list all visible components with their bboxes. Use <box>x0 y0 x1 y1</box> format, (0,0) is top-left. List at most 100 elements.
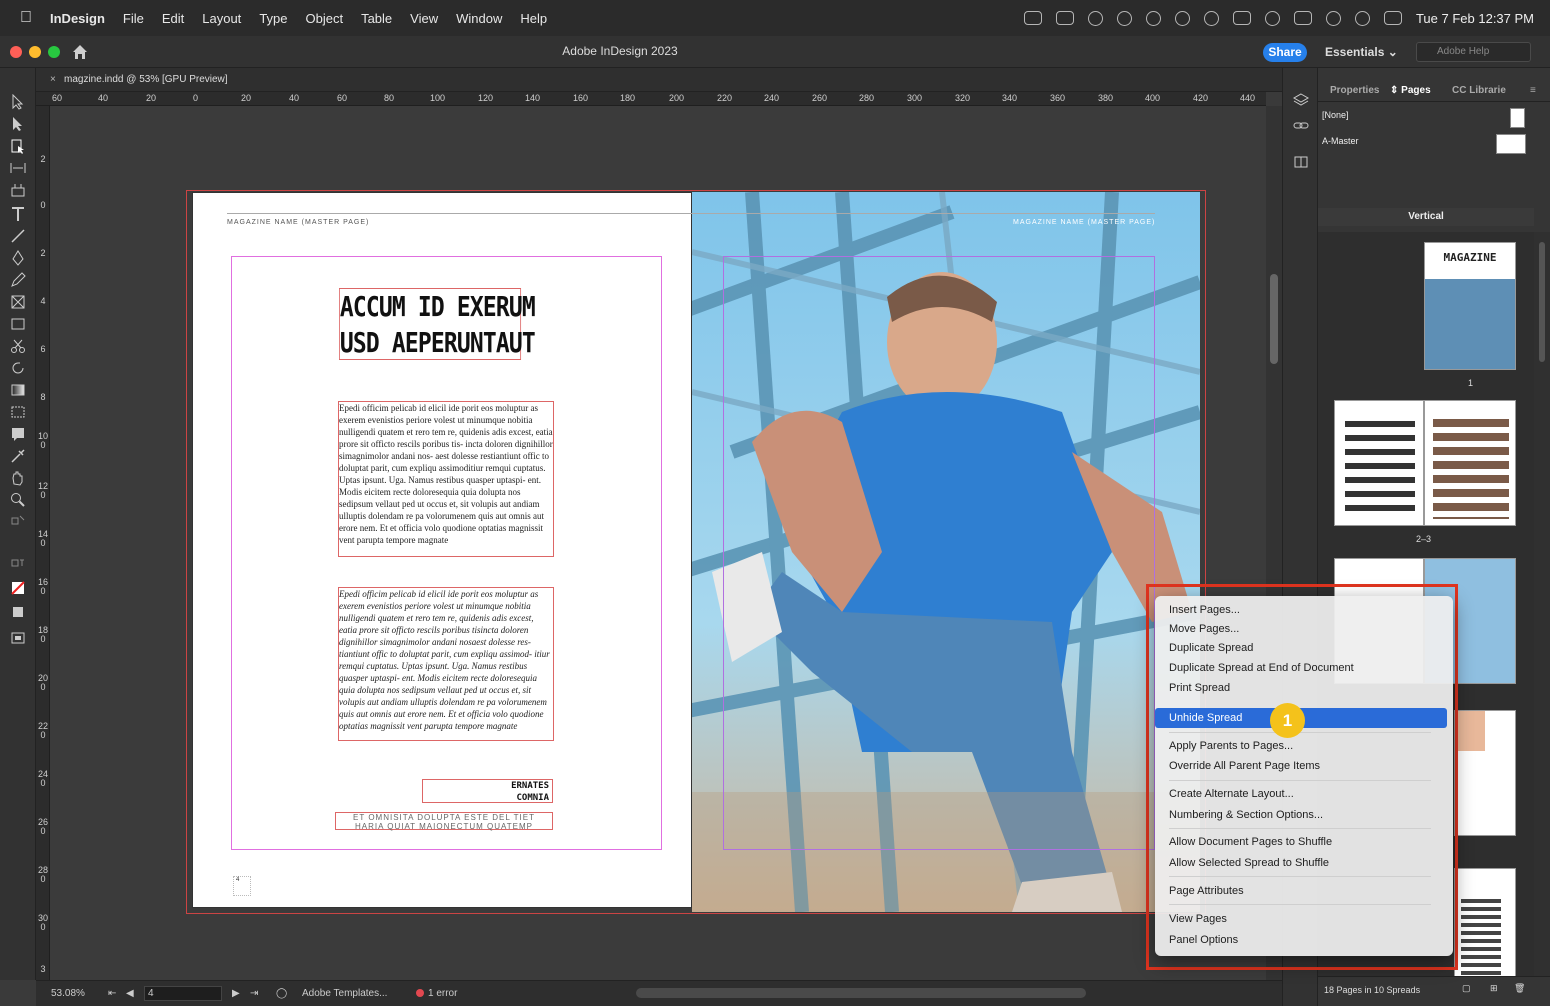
pages-panel-icon[interactable] <box>1293 154 1309 170</box>
menu-layout[interactable]: Layout <box>202 11 241 26</box>
menu-item-print-spread[interactable]: Print Spread <box>1155 678 1453 698</box>
master-none-thumb[interactable] <box>1510 108 1525 128</box>
last-page-icon[interactable]: ⇥ <box>250 988 258 999</box>
pen-tool-icon[interactable] <box>10 250 26 266</box>
direct-selection-tool-icon[interactable] <box>10 116 26 132</box>
page-number-field[interactable]: 4 <box>144 986 222 1001</box>
menu-app-name[interactable]: InDesign <box>50 11 105 26</box>
play-icon[interactable] <box>1264 10 1280 26</box>
first-page-icon[interactable]: ⇤ <box>108 988 116 999</box>
creative-cloud-icon[interactable] <box>1116 10 1132 26</box>
page-thumb-6[interactable] <box>1454 710 1516 836</box>
menu-item-page-attributes[interactable]: Page Attributes <box>1155 881 1453 901</box>
hand-tool-icon[interactable] <box>10 470 26 486</box>
left-running-header[interactable]: MAGAZINE NAME (MASTER PAGE) <box>227 219 369 226</box>
pencil-tool-icon[interactable] <box>10 272 26 288</box>
page-tool-icon[interactable] <box>10 138 26 154</box>
close-tab-icon[interactable]: × <box>50 68 56 92</box>
screen-mode-icon[interactable] <box>10 630 26 646</box>
right-running-header[interactable]: MAGAZINE NAME (MASTER PAGE) <box>1013 219 1155 226</box>
apple-icon[interactable]:  <box>16 8 36 28</box>
edit-page-size-icon[interactable]: ▢ <box>1462 983 1471 994</box>
menu-item-override-parent-items[interactable]: Override All Parent Page Items <box>1155 756 1453 776</box>
panel-menu-icon[interactable]: ≡ <box>1530 85 1536 96</box>
body-text-frame-1[interactable]: Epedi officim pelicab id elicil ide pori… <box>338 401 554 557</box>
pages-scrollbar[interactable] <box>1534 232 1550 976</box>
adobe-help-search[interactable]: Adobe Help <box>1416 42 1531 62</box>
gap-tool-icon[interactable] <box>10 160 26 176</box>
scroll-thumb[interactable] <box>1270 274 1278 364</box>
gradient-feather-tool-icon[interactable] <box>10 404 26 420</box>
layers-icon[interactable] <box>1293 92 1309 108</box>
menu-item-view-pages[interactable]: View Pages <box>1155 909 1453 929</box>
menu-view[interactable]: View <box>410 11 438 26</box>
menu-item-duplicate-spread[interactable]: Duplicate Spread <box>1155 638 1453 658</box>
pages-scroll-thumb[interactable] <box>1539 242 1545 362</box>
pull-quote-frame[interactable]: ERNATES COMNIA <box>422 779 553 803</box>
rectangle-tool-icon[interactable] <box>10 316 26 332</box>
menu-item-duplicate-spread-end[interactable]: Duplicate Spread at End of Document <box>1155 658 1453 678</box>
vertical-ruler[interactable]: 2 0 2 4 6 8 100 120 140 160 180 200 220 … <box>36 106 50 980</box>
menu-type[interactable]: Type <box>259 11 287 26</box>
gradient-swatch-tool-icon[interactable] <box>10 382 26 398</box>
keyboard-icon[interactable] <box>1232 11 1251 25</box>
master-a-thumb[interactable] <box>1496 134 1526 154</box>
selection-tool-icon[interactable] <box>10 94 26 110</box>
menu-item-allow-document-shuffle[interactable]: Allow Document Pages to Shuffle <box>1155 832 1453 852</box>
menu-item-move-pages[interactable]: Move Pages... <box>1155 619 1453 639</box>
caption-frame[interactable]: ET OMNISITA DOLUPTA ESTE DEL TIET HARIA … <box>335 812 553 831</box>
page-thumb-7[interactable] <box>1454 868 1516 976</box>
links-icon[interactable] <box>1293 118 1309 134</box>
rotate-tool-icon[interactable] <box>10 360 26 376</box>
battery-icon[interactable] <box>1293 11 1312 25</box>
page-thumb-2[interactable] <box>1334 400 1424 526</box>
master-none[interactable]: [None] <box>1322 110 1349 120</box>
zoom-tool-icon[interactable] <box>10 492 26 508</box>
scissors-tool-icon[interactable] <box>10 338 26 354</box>
orientation-dropdown[interactable]: Vertical <box>1318 208 1534 226</box>
fill-stroke-none-icon[interactable] <box>10 580 26 596</box>
menu-item-apply-parents[interactable]: Apply Parents to Pages... <box>1155 736 1453 756</box>
next-page-icon[interactable]: ▶ <box>232 988 240 999</box>
page-thumb-1[interactable]: MAGAZINE <box>1424 242 1516 370</box>
apply-color-icon[interactable] <box>10 604 26 620</box>
menu-edit[interactable]: Edit <box>162 11 184 26</box>
wifi-icon[interactable] <box>1325 10 1341 26</box>
body-text-frame-2[interactable]: Epedi officim pelicab id elicil ide pori… <box>338 587 554 741</box>
content-collector-icon[interactable] <box>10 182 26 198</box>
menu-object[interactable]: Object <box>306 11 344 26</box>
sync-icon[interactable] <box>1145 10 1161 26</box>
menu-file[interactable]: File <box>123 11 144 26</box>
page-thumb-3[interactable] <box>1424 400 1516 526</box>
preflight-status[interactable]: 1 error <box>416 988 457 999</box>
tab-cc-libraries[interactable]: CC Librarie <box>1452 85 1506 96</box>
control-center-icon[interactable] <box>1383 11 1402 25</box>
formatting-container-icon[interactable] <box>10 558 26 574</box>
dropbox-icon[interactable] <box>1055 11 1074 25</box>
page-number-frame[interactable]: 4 <box>233 876 251 896</box>
master-a[interactable]: A-Master <box>1322 136 1359 146</box>
clock[interactable]: Tue 7 Feb 12:37 PM <box>1416 11 1534 26</box>
rectangle-frame-tool-icon[interactable] <box>10 294 26 310</box>
horizontal-scroll-thumb[interactable] <box>636 988 1086 998</box>
spotlight-icon[interactable] <box>1354 10 1370 26</box>
preflight-profile[interactable]: Adobe Templates... <box>302 988 387 999</box>
line-tool-icon[interactable] <box>10 228 26 244</box>
tab-properties[interactable]: Properties <box>1330 85 1379 96</box>
menu-item-create-alternate-layout[interactable]: Create Alternate Layout... <box>1155 784 1453 804</box>
delete-page-icon[interactable]: 🗑 <box>1514 983 1525 994</box>
note-tool-icon[interactable] <box>10 426 26 442</box>
menu-item-numbering-section[interactable]: Numbering & Section Options... <box>1155 805 1453 825</box>
workspace-switcher[interactable]: Essentials ⌄ <box>1325 45 1398 59</box>
headline-frame[interactable]: ACCUM ID EXERUM USD AEPERUNTAUT <box>339 288 536 360</box>
globe-icon[interactable] <box>1087 10 1103 26</box>
new-page-icon[interactable]: ⊞ <box>1490 983 1498 994</box>
menu-item-insert-pages[interactable]: Insert Pages... <box>1155 600 1453 620</box>
zoom-level[interactable]: 53.08% <box>51 988 85 999</box>
menu-item-allow-selected-shuffle[interactable]: Allow Selected Spread to Shuffle <box>1155 853 1453 873</box>
swap-fill-stroke-icon[interactable] <box>10 514 26 530</box>
document-tab[interactable]: × magzine.indd @ 53% [GPU Preview] <box>46 68 228 92</box>
type-tool-icon[interactable] <box>10 206 26 222</box>
menu-item-panel-options[interactable]: Panel Options <box>1155 930 1453 950</box>
eyedropper-tool-icon[interactable] <box>10 448 26 464</box>
